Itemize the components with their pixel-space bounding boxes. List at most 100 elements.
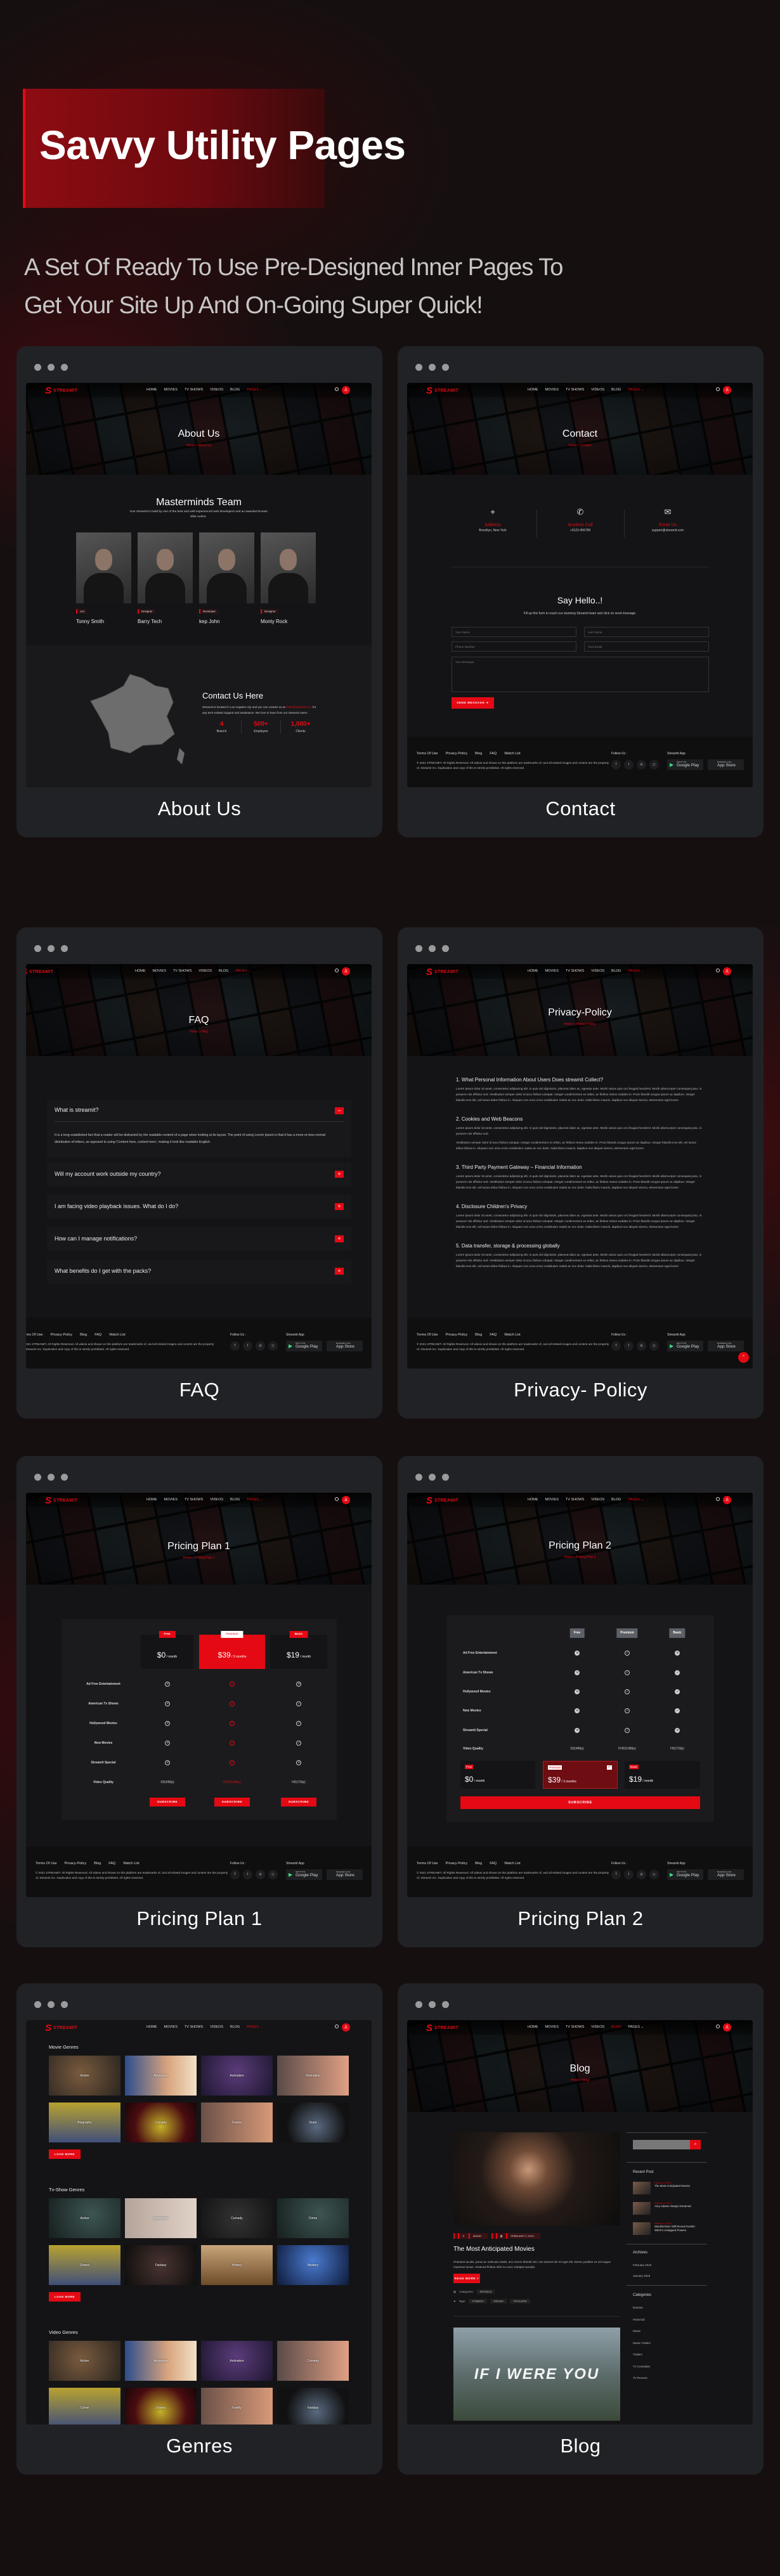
post-image[interactable]: IF I WERE YOU	[453, 2328, 620, 2421]
nav-item-blog[interactable]: BLOG	[230, 1498, 240, 1502]
nav-item-videos[interactable]: VIDEOS	[198, 969, 212, 973]
nav-item-pages[interactable]: PAGES ⌄	[247, 2025, 263, 2029]
footer-link[interactable]: FAQ	[108, 1862, 115, 1865]
genre-tile[interactable]: Adventure	[125, 2056, 197, 2096]
facebook-icon[interactable]: f	[611, 760, 621, 770]
footer-link[interactable]: Watch List	[109, 1333, 125, 1337]
nav-item-home[interactable]: HOME	[146, 1498, 157, 1502]
instagram-icon[interactable]: ◻	[268, 1870, 278, 1879]
load-more-button[interactable]: LOAD MORE	[49, 2292, 81, 2302]
search-icon[interactable]	[335, 2025, 339, 2028]
nav-item-blog[interactable]: BLOG	[230, 388, 240, 392]
nav-item-tv-shows[interactable]: TV SHOWS	[566, 1498, 584, 1502]
search-icon[interactable]	[335, 1497, 339, 1501]
app-store-badge[interactable]: Download on the App Store	[327, 1341, 363, 1351]
nav-item-pages[interactable]: PAGES ⌄	[247, 388, 263, 392]
breadcrumb[interactable]: Home > About Us	[26, 444, 372, 448]
app-store-badge[interactable]: Download on the App Store	[327, 1869, 363, 1880]
genre-tile[interactable]: History	[201, 2245, 273, 2285]
genre-tile[interactable]: Crime	[49, 2388, 120, 2425]
nav-item-pages[interactable]: PAGES ⌄	[247, 1498, 263, 1502]
user-icon[interactable]: ♙	[342, 967, 350, 976]
contact-card[interactable]: Contact Home > Contact S STREAMIT HOME MOV…	[398, 346, 764, 837]
nav-item-blog[interactable]: BLOG	[611, 1498, 621, 1502]
twitter-icon[interactable]: t	[624, 1341, 634, 1351]
genre-tile[interactable]: Comedy	[201, 2198, 273, 2238]
plan-option-free[interactable]: Free $0 / month	[460, 1761, 535, 1789]
streamit-logo[interactable]: SSTREAMIT	[426, 1495, 458, 1506]
genre-tile[interactable]: Family	[201, 2388, 273, 2425]
footer-link[interactable]: Blog	[475, 752, 482, 756]
archive-link[interactable]: January 2019	[633, 2274, 701, 2277]
nav-item-movies[interactable]: MOVIES	[164, 388, 178, 392]
category-link[interactable]: Movie Trailers	[633, 2341, 701, 2345]
nav-item-home[interactable]: HOME	[146, 388, 157, 392]
footer-link[interactable]: Terms Of Use	[36, 1862, 57, 1865]
app-store-badge[interactable]: Download on the App Store	[708, 759, 744, 770]
nav-item-home[interactable]: HOME	[528, 969, 538, 973]
nav-item-videos[interactable]: VIDEOS	[591, 388, 604, 392]
plan-option-basic[interactable]: Basic $19 / month	[625, 1761, 700, 1789]
nav-item-pages[interactable]: PAGES ⌄	[628, 1498, 644, 1502]
footer-link[interactable]: Watch List	[123, 1862, 139, 1865]
twitter-icon[interactable]: t	[624, 760, 634, 770]
faq-item[interactable]: How can I manage notifications? +	[47, 1227, 351, 1251]
phone-input[interactable]	[452, 641, 576, 652]
footer-link[interactable]: Blog	[475, 1333, 482, 1337]
streamit-logo[interactable]: SSTREAMIT	[26, 967, 53, 977]
user-icon[interactable]: ♙	[342, 386, 350, 394]
genre-tile[interactable]: Animation	[201, 2056, 273, 2096]
footer-link[interactable]: Privacy-Policy	[446, 1862, 468, 1865]
twitter-icon[interactable]: t	[624, 1870, 634, 1879]
nav-item-movies[interactable]: MOVIES	[153, 969, 166, 973]
user-icon[interactable]: ♙	[342, 2023, 350, 2032]
search-icon[interactable]	[716, 387, 720, 391]
footer-link[interactable]: Privacy-Policy	[446, 1333, 468, 1337]
streamit-logo[interactable]: SSTREAMIT	[426, 967, 458, 977]
subscribe-premium-button[interactable]: SUBSCRIBE	[214, 1798, 250, 1806]
faq-item[interactable]: I am facing video playback issues. What …	[47, 1195, 351, 1219]
message-textarea[interactable]	[452, 657, 709, 692]
google-play-badge[interactable]: ▶ GET IT ON Google Play	[667, 1341, 703, 1351]
pricing-plan-2-card[interactable]: Pricing Plan 2 Home > Pricing Plan 2 S ST…	[398, 1456, 764, 1947]
genres-card[interactable]: S STREAMIT HOME MOVIES TV SHOWS VIDEOS BLOG PA…	[16, 1983, 382, 2475]
genre-tile[interactable]: Drama	[125, 2388, 197, 2425]
footer-link[interactable]: FAQ	[490, 1333, 497, 1337]
facebook-icon[interactable]: f	[611, 1341, 621, 1351]
recent-post[interactable]: February 2, 2019 Amy Adams Always Dreamed	[633, 2202, 701, 2215]
nav-item-movies[interactable]: MOVIES	[164, 1498, 178, 1502]
genre-tile[interactable]: Adventure	[125, 2198, 197, 2238]
nav-item-movies[interactable]: MOVIES	[164, 2025, 178, 2029]
nav-item-home[interactable]: HOME	[528, 1498, 538, 1502]
footer-link[interactable]: Terms Of Use	[417, 752, 438, 756]
privacy-policy-card[interactable]: Privacy-Policy Home > Privacy Policy S ST…	[398, 927, 764, 1419]
github-icon[interactable]: ◎	[256, 1341, 265, 1351]
pricing-plan-1-card[interactable]: Pricing Plan 1 Home > Pricing Plan 1 S ST…	[16, 1456, 382, 1947]
nav-item-videos[interactable]: VIDEOS	[210, 2025, 223, 2029]
nav-item-tv-shows[interactable]: TV SHOWS	[566, 2025, 584, 2029]
category-link[interactable]: Trailers	[633, 2353, 701, 2356]
user-icon[interactable]: ♙	[723, 967, 731, 976]
category-link[interactable]: TV Comedies	[633, 2365, 701, 2368]
genre-tile[interactable]: Animation	[277, 2056, 349, 2096]
nav-item-pages[interactable]: PAGES ⌄	[235, 969, 251, 973]
footer-link[interactable]: Terms Of Use	[417, 1333, 438, 1337]
footer-link[interactable]: Blog	[475, 1862, 482, 1865]
genre-tile[interactable]: Action	[49, 2198, 120, 2238]
nav-item-videos[interactable]: VIDEOS	[210, 388, 223, 392]
instagram-icon[interactable]: ◻	[268, 1341, 278, 1351]
load-more-button[interactable]: LOAD MORE	[49, 2149, 81, 2159]
facebook-icon[interactable]: f	[230, 1870, 240, 1879]
nav-item-blog[interactable]: BLOG	[219, 969, 228, 973]
breadcrumb[interactable]: Home > Blog	[407, 2078, 753, 2082]
post-title[interactable]: The Most Anticipated Movies	[453, 2246, 535, 2253]
nav-item-tv-shows[interactable]: TV SHOWS	[185, 2025, 203, 2029]
footer-link[interactable]: Blog	[80, 1333, 87, 1337]
recent-post[interactable]: February 2, 2019 WandaVision Will Reveal …	[633, 2222, 701, 2235]
faq-item[interactable]: Will my account work outside my country?…	[47, 1162, 351, 1187]
genre-tile[interactable]: Fantasy	[277, 2388, 349, 2425]
nav-item-videos[interactable]: VIDEOS	[591, 1498, 604, 1502]
app-store-badge[interactable]: Download on the App Store	[708, 1869, 744, 1880]
nav-item-pages[interactable]: PAGES ⌄	[628, 969, 644, 973]
breadcrumb[interactable]: Home > Privacy Policy	[407, 1022, 753, 1026]
